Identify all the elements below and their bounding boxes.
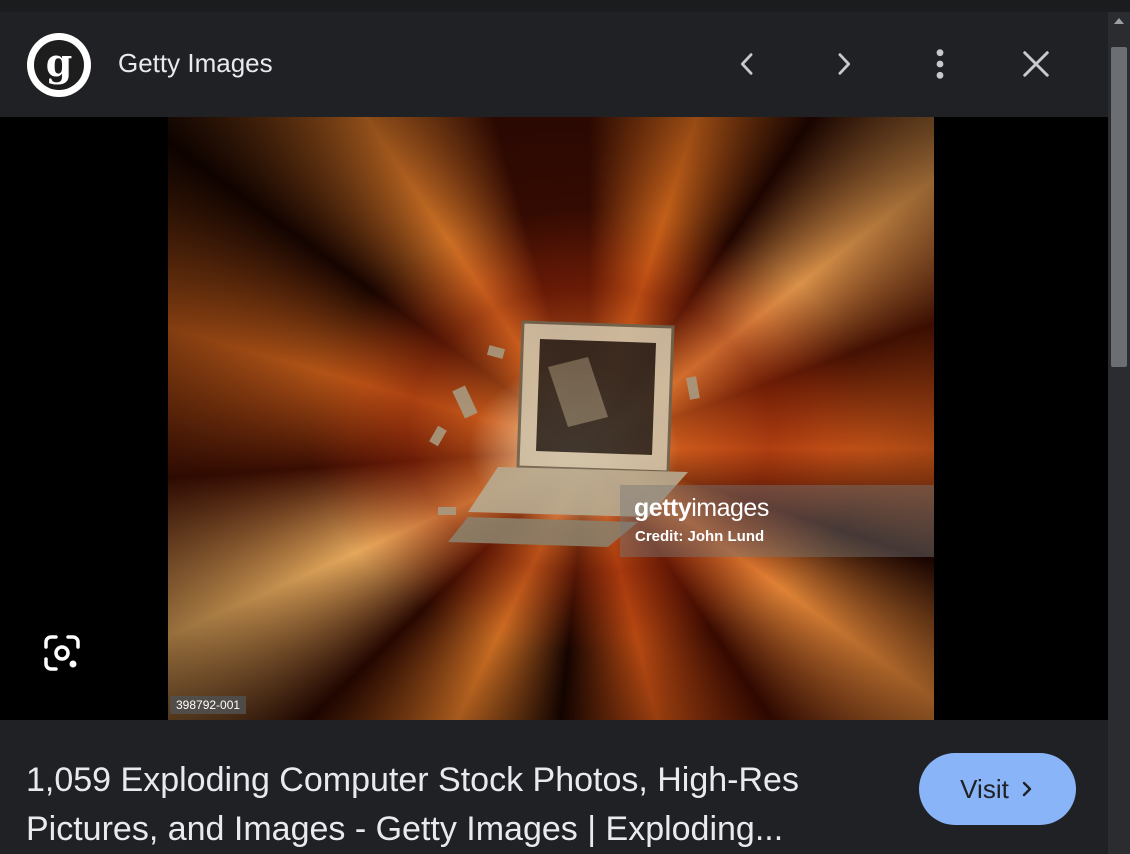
- watermark-credit: Credit: John Lund: [635, 528, 765, 545]
- page-title-line-2: Pictures, and Images - Getty Images | Ex…: [26, 810, 784, 848]
- more-options-button[interactable]: [910, 34, 970, 94]
- source-name[interactable]: Getty Images: [118, 48, 273, 79]
- viewer-header: g Getty Images: [0, 12, 1108, 117]
- visit-button[interactable]: Visit: [919, 753, 1076, 825]
- visit-label: Visit: [960, 773, 1009, 804]
- source-logo-letter: g: [34, 40, 84, 90]
- chevron-left-icon: [740, 53, 753, 75]
- previous-button[interactable]: [717, 34, 777, 94]
- scrollbar[interactable]: [1108, 12, 1130, 854]
- image-viewer: gettyimages Credit: John Lund 398792-001: [0, 117, 1108, 720]
- google-lens-icon: [44, 635, 80, 671]
- page-title-line-1: 1,059 Exploding Computer Stock Photos, H…: [26, 761, 799, 799]
- close-icon: [1023, 51, 1049, 77]
- page-title-link[interactable]: 1,059 Exploding Computer Stock Photos, H…: [26, 756, 886, 854]
- source-logo[interactable]: g: [27, 33, 91, 97]
- chevron-right-icon: [838, 53, 851, 75]
- main-image[interactable]: gettyimages Credit: John Lund 398792-001: [168, 117, 934, 720]
- more-vert-icon: [936, 49, 944, 79]
- image-id: 398792-001: [170, 696, 247, 714]
- result-footer: 1,059 Exploding Computer Stock Photos, H…: [0, 720, 1108, 854]
- watermark: gettyimages Credit: John Lund: [620, 485, 934, 557]
- scroll-up-arrow-icon[interactable]: [1114, 18, 1124, 24]
- close-button[interactable]: [1006, 34, 1066, 94]
- top-strip: [0, 0, 1130, 12]
- image-vignette: [168, 117, 934, 720]
- google-lens-button[interactable]: [36, 627, 88, 679]
- chevron-right-icon: [1022, 781, 1032, 797]
- watermark-brand: gettyimages: [634, 494, 769, 522]
- scrollbar-thumb[interactable]: [1111, 47, 1127, 367]
- next-button[interactable]: [814, 34, 874, 94]
